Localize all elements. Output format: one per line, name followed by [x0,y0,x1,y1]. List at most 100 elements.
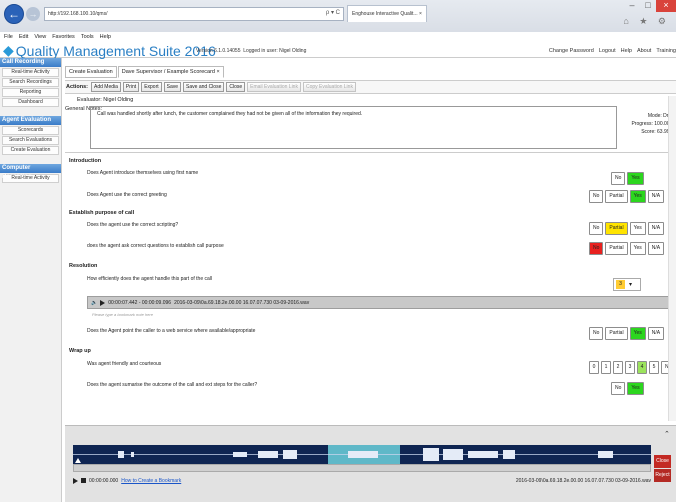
about-link[interactable]: About [637,48,651,54]
q6-na-button[interactable]: N/A [647,327,665,340]
answer-group-q4: No Partial Yes N/A [589,242,665,255]
question-summarise-outcome: Does the agent sumarise the outcome of t… [87,382,258,388]
q3-na-button[interactable]: N/A [647,222,665,235]
q2-no-button[interactable]: No [589,190,604,203]
sidebar-head-computer-recording: Computer Recording [0,164,61,180]
q3-yes-button[interactable]: Yes [629,222,646,235]
q7-score-0[interactable]: 0 [589,361,599,374]
audio-clip-player: 🔈 00:00:07.442 - 00:00:09.096 2016-03-09… [87,296,669,309]
window-controls: – □ × [624,0,676,12]
q6-partial-button[interactable]: Partial [605,327,628,340]
q4-no-button[interactable]: No [589,242,604,255]
sidebar-item-reporting[interactable]: Reporting [2,88,59,97]
home-favorites-settings-icons[interactable]: ⌂ ★ ⚙ [623,16,670,27]
sidebar-item-scorecards[interactable]: Scorecards [2,126,59,135]
collapse-panel-icon[interactable]: ⌃ [664,430,670,438]
answer-group-q3: No Partial Yes N/A [589,222,665,235]
speaker-icon[interactable]: 🔈 [91,300,97,306]
help-link[interactable]: Help [621,48,632,54]
action-bar: Actions: Add Media Print Export Save Sav… [65,80,676,94]
q7-score-5[interactable]: 5 [649,361,659,374]
stop-icon[interactable] [81,478,86,483]
browser-tab[interactable]: Enghouse Interactive Qualit... × [347,5,427,22]
q3-partial-button[interactable]: Partial [605,222,628,235]
clip-time: 00:00:07.442 - 00:00:09.096 [108,299,172,306]
minimize-icon[interactable]: – [624,0,640,12]
q6-yes-button[interactable]: Yes [629,327,646,340]
divider [65,152,676,153]
general-notes-field[interactable]: Call was handled shortly after lunch, th… [90,106,617,149]
q4-yes-button[interactable]: Yes [629,242,646,255]
progress-text: Progress: 100.00% [631,121,674,127]
tab-title: Enghouse Interactive Qualit... × [352,11,422,17]
close-button[interactable]: Close [226,82,246,92]
print-button[interactable]: Print [122,82,140,92]
tab-create-evaluation[interactable]: Create Evaluation [65,66,117,78]
add-media-button[interactable]: Add Media [91,82,121,92]
answer-group-q1: No Yes [611,172,644,185]
save-and-close-button[interactable]: Save and Close [183,82,225,92]
q7-score-4[interactable]: 4 [637,361,647,374]
url-text: http://192.168.100.10/qms/ [48,11,108,17]
forward-arrow-icon[interactable]: → [26,7,40,21]
close-window-icon[interactable]: × [656,0,676,12]
section-introduction: Introduction [69,158,102,164]
bookmark-note-input[interactable]: Please type a bookmark note here [92,312,153,317]
vertical-scrollbar[interactable] [668,96,676,421]
browser-chrome: ← → http://192.168.100.10/qms/ ρ ▾ C Eng… [0,0,676,32]
play-icon[interactable] [100,299,106,306]
app-logo: ◆ Quality Management Suite 2016 [3,42,216,59]
sidebar-item-search-evaluations[interactable]: Search Evaluations [2,136,59,145]
address-bar[interactable]: http://192.168.100.10/qms/ ρ ▾ C [44,7,344,21]
question-friendly: Was agent friendly and courteous [87,361,162,367]
save-button[interactable]: Save [163,82,182,92]
q1-yes-button[interactable]: Yes [627,172,644,185]
q6-no-button[interactable]: No [589,327,604,340]
q4-na-button[interactable]: N/A [647,242,665,255]
q8-yes-button[interactable]: Yes [627,382,644,395]
tab-strip: Create Evaluation Dave Supervisor / Exam… [65,66,224,78]
media-file: 2016-03-09\0a.69.18.2e.00.00 16.07.07.73… [515,477,651,484]
q7-score-1[interactable]: 1 [601,361,611,374]
export-button[interactable]: Export [141,82,162,92]
section-wrap-up: Wrap up [69,348,91,354]
q3-no-button[interactable]: No [589,222,604,235]
search-refresh-icons[interactable]: ρ ▾ C [326,9,340,16]
q4-partial-button[interactable]: Partial [605,242,628,255]
sidebar-item-computer-realtime-activity[interactable]: Real-time Activity [2,174,59,183]
media-reject-button[interactable]: Reject [654,469,671,482]
q1-no-button[interactable]: No [611,172,626,185]
audio-waveform[interactable] [73,445,651,464]
score-text: Score: 63.99% [641,129,674,135]
clip-file: 2016-03-09\0a.69.18.2e.00.00 16.07.07.73… [174,299,310,306]
q7-score-2[interactable]: 2 [613,361,623,374]
q2-yes-button[interactable]: Yes [629,190,646,203]
waveform-scrollbar[interactable] [73,464,651,472]
tab-scorecard[interactable]: Dave Supervisor / Example Scorecard × [117,66,224,78]
sidebar-item-search-recordings[interactable]: Search Recordings [2,78,59,87]
q8-no-button[interactable]: No [611,382,626,395]
answer-group-q2: No Partial Yes N/A [589,190,665,203]
top-nav: Change Password Logout Help About Traini… [549,48,676,54]
q7-score-3[interactable]: 3 [625,361,635,374]
q2-partial-button[interactable]: Partial [605,190,628,203]
sidebar-item-realtime-activity[interactable]: Real-time Activity [2,68,59,77]
training-link[interactable]: Training [656,48,676,54]
answer-group-q6: No Partial Yes N/A [589,327,665,340]
q2-na-button[interactable]: N/A [647,190,665,203]
bottom-play-icon[interactable] [73,477,78,484]
sidebar-item-dashboard[interactable]: Dashboard [2,98,59,107]
maximize-icon[interactable]: □ [640,0,656,12]
efficiency-rating-select[interactable]: 3 ▾ [613,278,641,291]
bookmark-help-link[interactable]: How to Create a Bookmark [121,478,181,484]
efficiency-rating-value: 3 [616,280,625,289]
media-time: 00:00:00.000 [89,477,119,484]
media-close-button[interactable]: Close [654,455,671,468]
logout-link[interactable]: Logout [599,48,616,54]
sidebar-head-call-recording: Call Recording [0,58,61,67]
sidebar-item-create-evaluation[interactable]: Create Evaluation [2,146,59,155]
back-arrow-icon[interactable]: ← [4,4,24,24]
question-efficiency: How efficiently does the agent handle th… [87,276,212,282]
playhead-marker[interactable] [75,458,81,463]
change-password-link[interactable]: Change Password [549,48,594,54]
